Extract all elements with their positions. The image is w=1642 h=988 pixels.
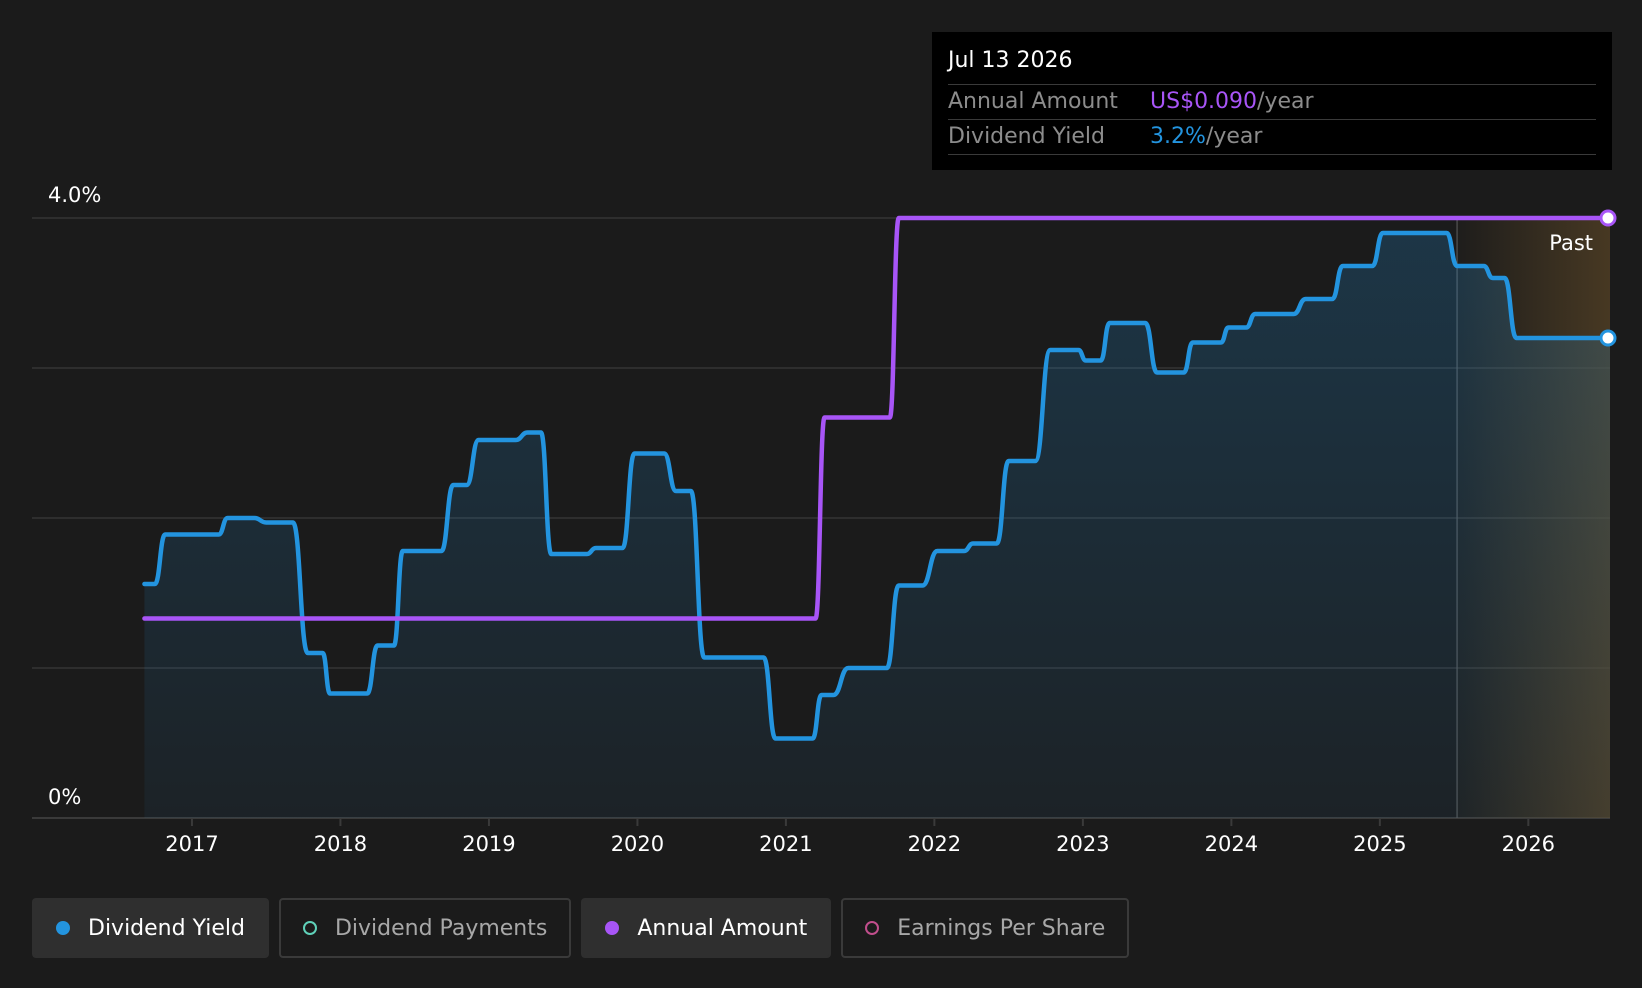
legend-label: Annual Amount	[637, 915, 808, 941]
legend-dot-icon	[56, 921, 70, 935]
legend-dot-icon	[865, 921, 880, 935]
y-tick-label: 4.0%	[48, 183, 101, 207]
legend-label: Earnings Per Share	[897, 915, 1106, 941]
tooltip-suffix: /year	[1205, 124, 1263, 149]
legend-dividend-payments[interactable]: Dividend Payments	[278, 898, 572, 958]
x-tick-label: 2022	[908, 832, 961, 856]
legend-dividend-yield[interactable]: Dividend Yield	[32, 898, 269, 958]
tooltip-date: Jul 13 2026	[948, 46, 1596, 85]
x-tick-label: 2025	[1353, 832, 1406, 856]
legend-earnings-per-share[interactable]: Earnings Per Share	[841, 898, 1130, 958]
x-tick-label: 2021	[759, 832, 812, 856]
legend-dot-icon	[605, 921, 620, 935]
x-tick-label: 2023	[1056, 832, 1109, 856]
legend-annual-amount[interactable]: Annual Amount	[581, 898, 832, 958]
tooltip-row-dividend-yield: Dividend Yield 3.2% /year	[948, 120, 1596, 155]
x-tick-label: 2019	[462, 832, 515, 856]
chart-legend: Dividend Yield Dividend Payments Annual …	[32, 898, 1130, 958]
x-tick-label: 2018	[314, 832, 367, 856]
tooltip-label: Dividend Yield	[948, 124, 1105, 149]
legend-dot-icon	[302, 921, 317, 935]
legend-label: Dividend Yield	[88, 915, 245, 941]
x-tick-label: 2020	[611, 832, 664, 856]
y-tick-label: 0%	[48, 785, 81, 809]
chart-tooltip: Jul 13 2026 Annual Amount US$0.090 /year…	[932, 32, 1612, 170]
past-label: Past	[1549, 231, 1593, 255]
tooltip-value: 3.2%	[1150, 124, 1206, 149]
legend-label: Dividend Payments	[334, 915, 548, 941]
tooltip-label: Annual Amount	[948, 89, 1118, 114]
x-tick-label: 2026	[1502, 832, 1555, 856]
x-tick-label: 2024	[1205, 832, 1258, 856]
tooltip-value: US$0.090	[1150, 89, 1258, 114]
tooltip-suffix: /year	[1257, 89, 1314, 114]
tooltip-row-annual-amount: Annual Amount US$0.090 /year	[948, 85, 1596, 120]
dividend-yield-area	[144, 233, 1610, 818]
x-tick-label: 2017	[165, 832, 218, 856]
annual-amount-endpoint	[1599, 209, 1617, 227]
dividend-yield-endpoint	[1599, 329, 1617, 347]
